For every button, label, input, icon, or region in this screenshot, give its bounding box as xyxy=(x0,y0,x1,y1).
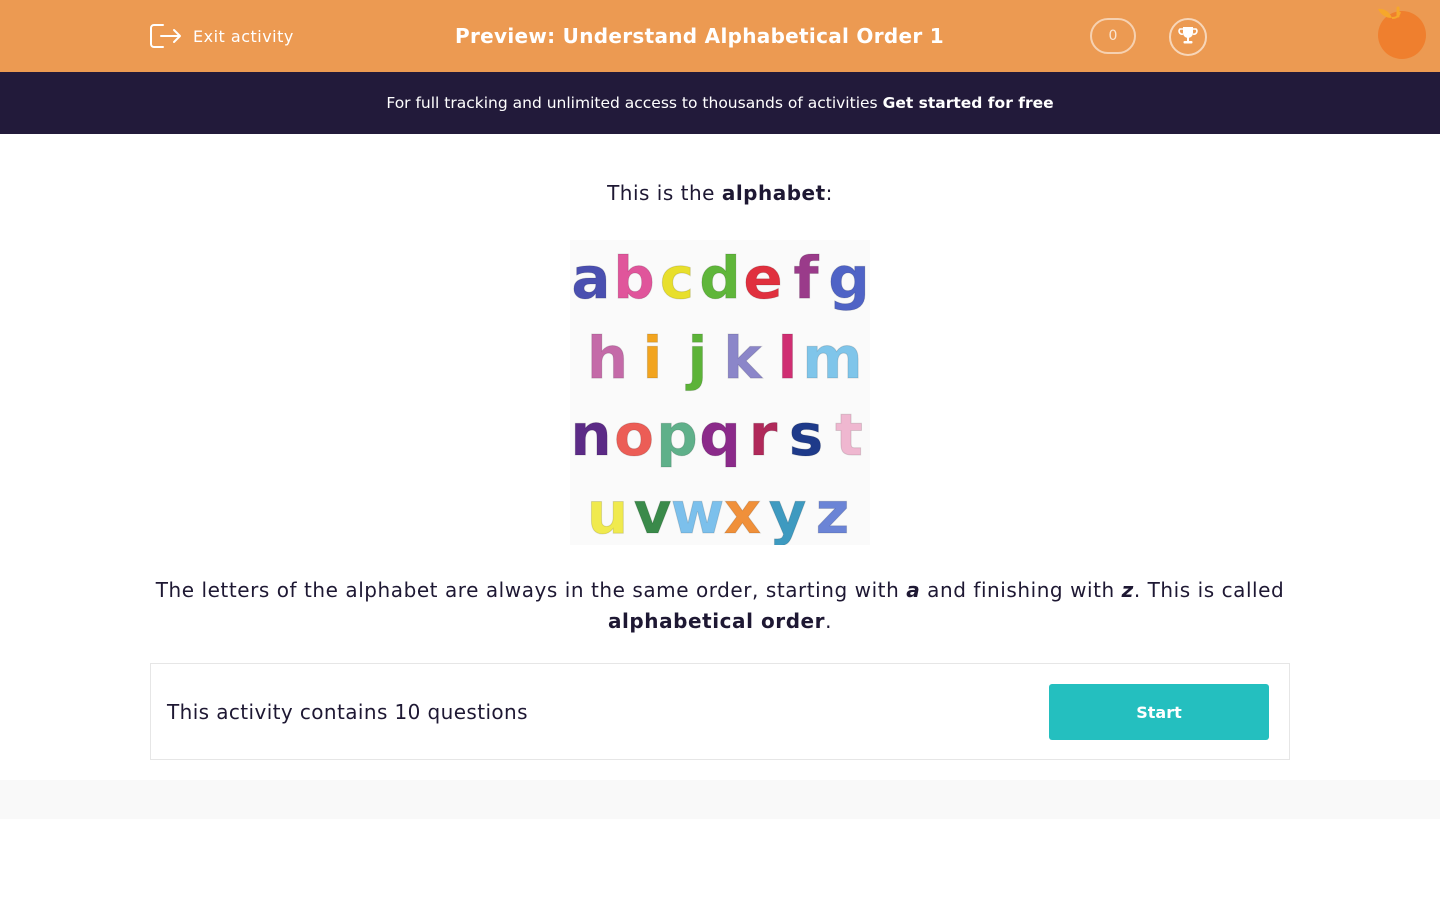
alphabet-letter-z: z xyxy=(816,479,850,545)
alphabet-letter-o: o xyxy=(614,401,654,469)
explanation-part1: The letters of the alphabet are always i… xyxy=(155,578,907,602)
alphabet-letter-j: j xyxy=(686,324,708,392)
alphabet-letter-s: s xyxy=(789,401,824,469)
explanation-part4: . xyxy=(825,609,833,633)
alphabet-letter-t: t xyxy=(835,401,863,469)
get-started-link[interactable]: Get started for free xyxy=(883,94,1054,112)
page-title: Preview: Understand Alphabetical Order 1 xyxy=(455,24,945,48)
footer-strip xyxy=(0,780,1440,819)
intro-prefix: This is the xyxy=(607,181,722,205)
signup-banner: For full tracking and unlimited access t… xyxy=(0,72,1440,134)
alphabet-image: abcdefg hijklm nopqrst uvwxyz xyxy=(570,240,870,545)
banner-text: For full tracking and unlimited access t… xyxy=(386,94,878,112)
alphabet-letter-i: i xyxy=(643,324,663,392)
alphabet-letter-m: m xyxy=(802,324,862,392)
question-count: This activity contains 10 questions xyxy=(167,700,528,724)
exit-activity-button[interactable]: Exit activity xyxy=(149,20,294,52)
trophy-button[interactable] xyxy=(1169,18,1207,56)
alphabet-letter-p: p xyxy=(656,401,698,469)
alphabet-letter-h: h xyxy=(587,324,628,392)
top-header: Exit activity Preview: Understand Alphab… xyxy=(0,0,1440,72)
alphabet-letter-q: q xyxy=(699,401,741,469)
alphabet-letter-c: c xyxy=(660,244,694,312)
trophy-icon xyxy=(1177,24,1199,50)
alphabet-letter-k: k xyxy=(723,324,763,392)
explanation-part2: and finishing with xyxy=(920,578,1122,602)
letter-z: z xyxy=(1121,578,1134,602)
alphabet-letter-d: d xyxy=(699,244,741,312)
alphabetical-order-term: alphabetical order xyxy=(607,609,826,633)
alphabet-letter-b: b xyxy=(613,244,655,312)
explanation-part3: . This is called xyxy=(1133,578,1285,602)
start-button[interactable]: Start xyxy=(1049,684,1269,740)
activity-card: This activity contains 10 questions Star… xyxy=(150,663,1290,760)
alphabet-letter-y: y xyxy=(769,479,807,545)
alphabet-letter-v: v xyxy=(634,479,672,545)
alphabet-letter-x: x xyxy=(724,479,761,545)
intro-suffix: : xyxy=(825,181,833,205)
alphabet-letter-u: u xyxy=(587,479,628,545)
exit-icon xyxy=(149,22,183,50)
exit-activity-label: Exit activity xyxy=(193,26,294,46)
alphabet-letter-f: f xyxy=(793,244,819,312)
alphabet-letter-w: w xyxy=(671,479,725,545)
explanation-text: The letters of the alphabet are always i… xyxy=(150,575,1290,637)
letter-a: a xyxy=(906,578,921,602)
intro-keyword: alphabet xyxy=(721,181,826,205)
alphabet-letter-g: g xyxy=(828,244,870,312)
alphabet-letter-a: a xyxy=(571,244,610,312)
score-badge: 0 xyxy=(1090,18,1136,54)
alphabet-letter-l: l xyxy=(778,324,798,392)
intro-heading: This is the alphabet: xyxy=(0,178,1440,208)
orange-logo[interactable] xyxy=(1376,6,1428,60)
alphabet-letter-e: e xyxy=(743,244,782,312)
alphabet-letter-r: r xyxy=(749,401,778,469)
alphabet-letter-n: n xyxy=(570,401,611,469)
